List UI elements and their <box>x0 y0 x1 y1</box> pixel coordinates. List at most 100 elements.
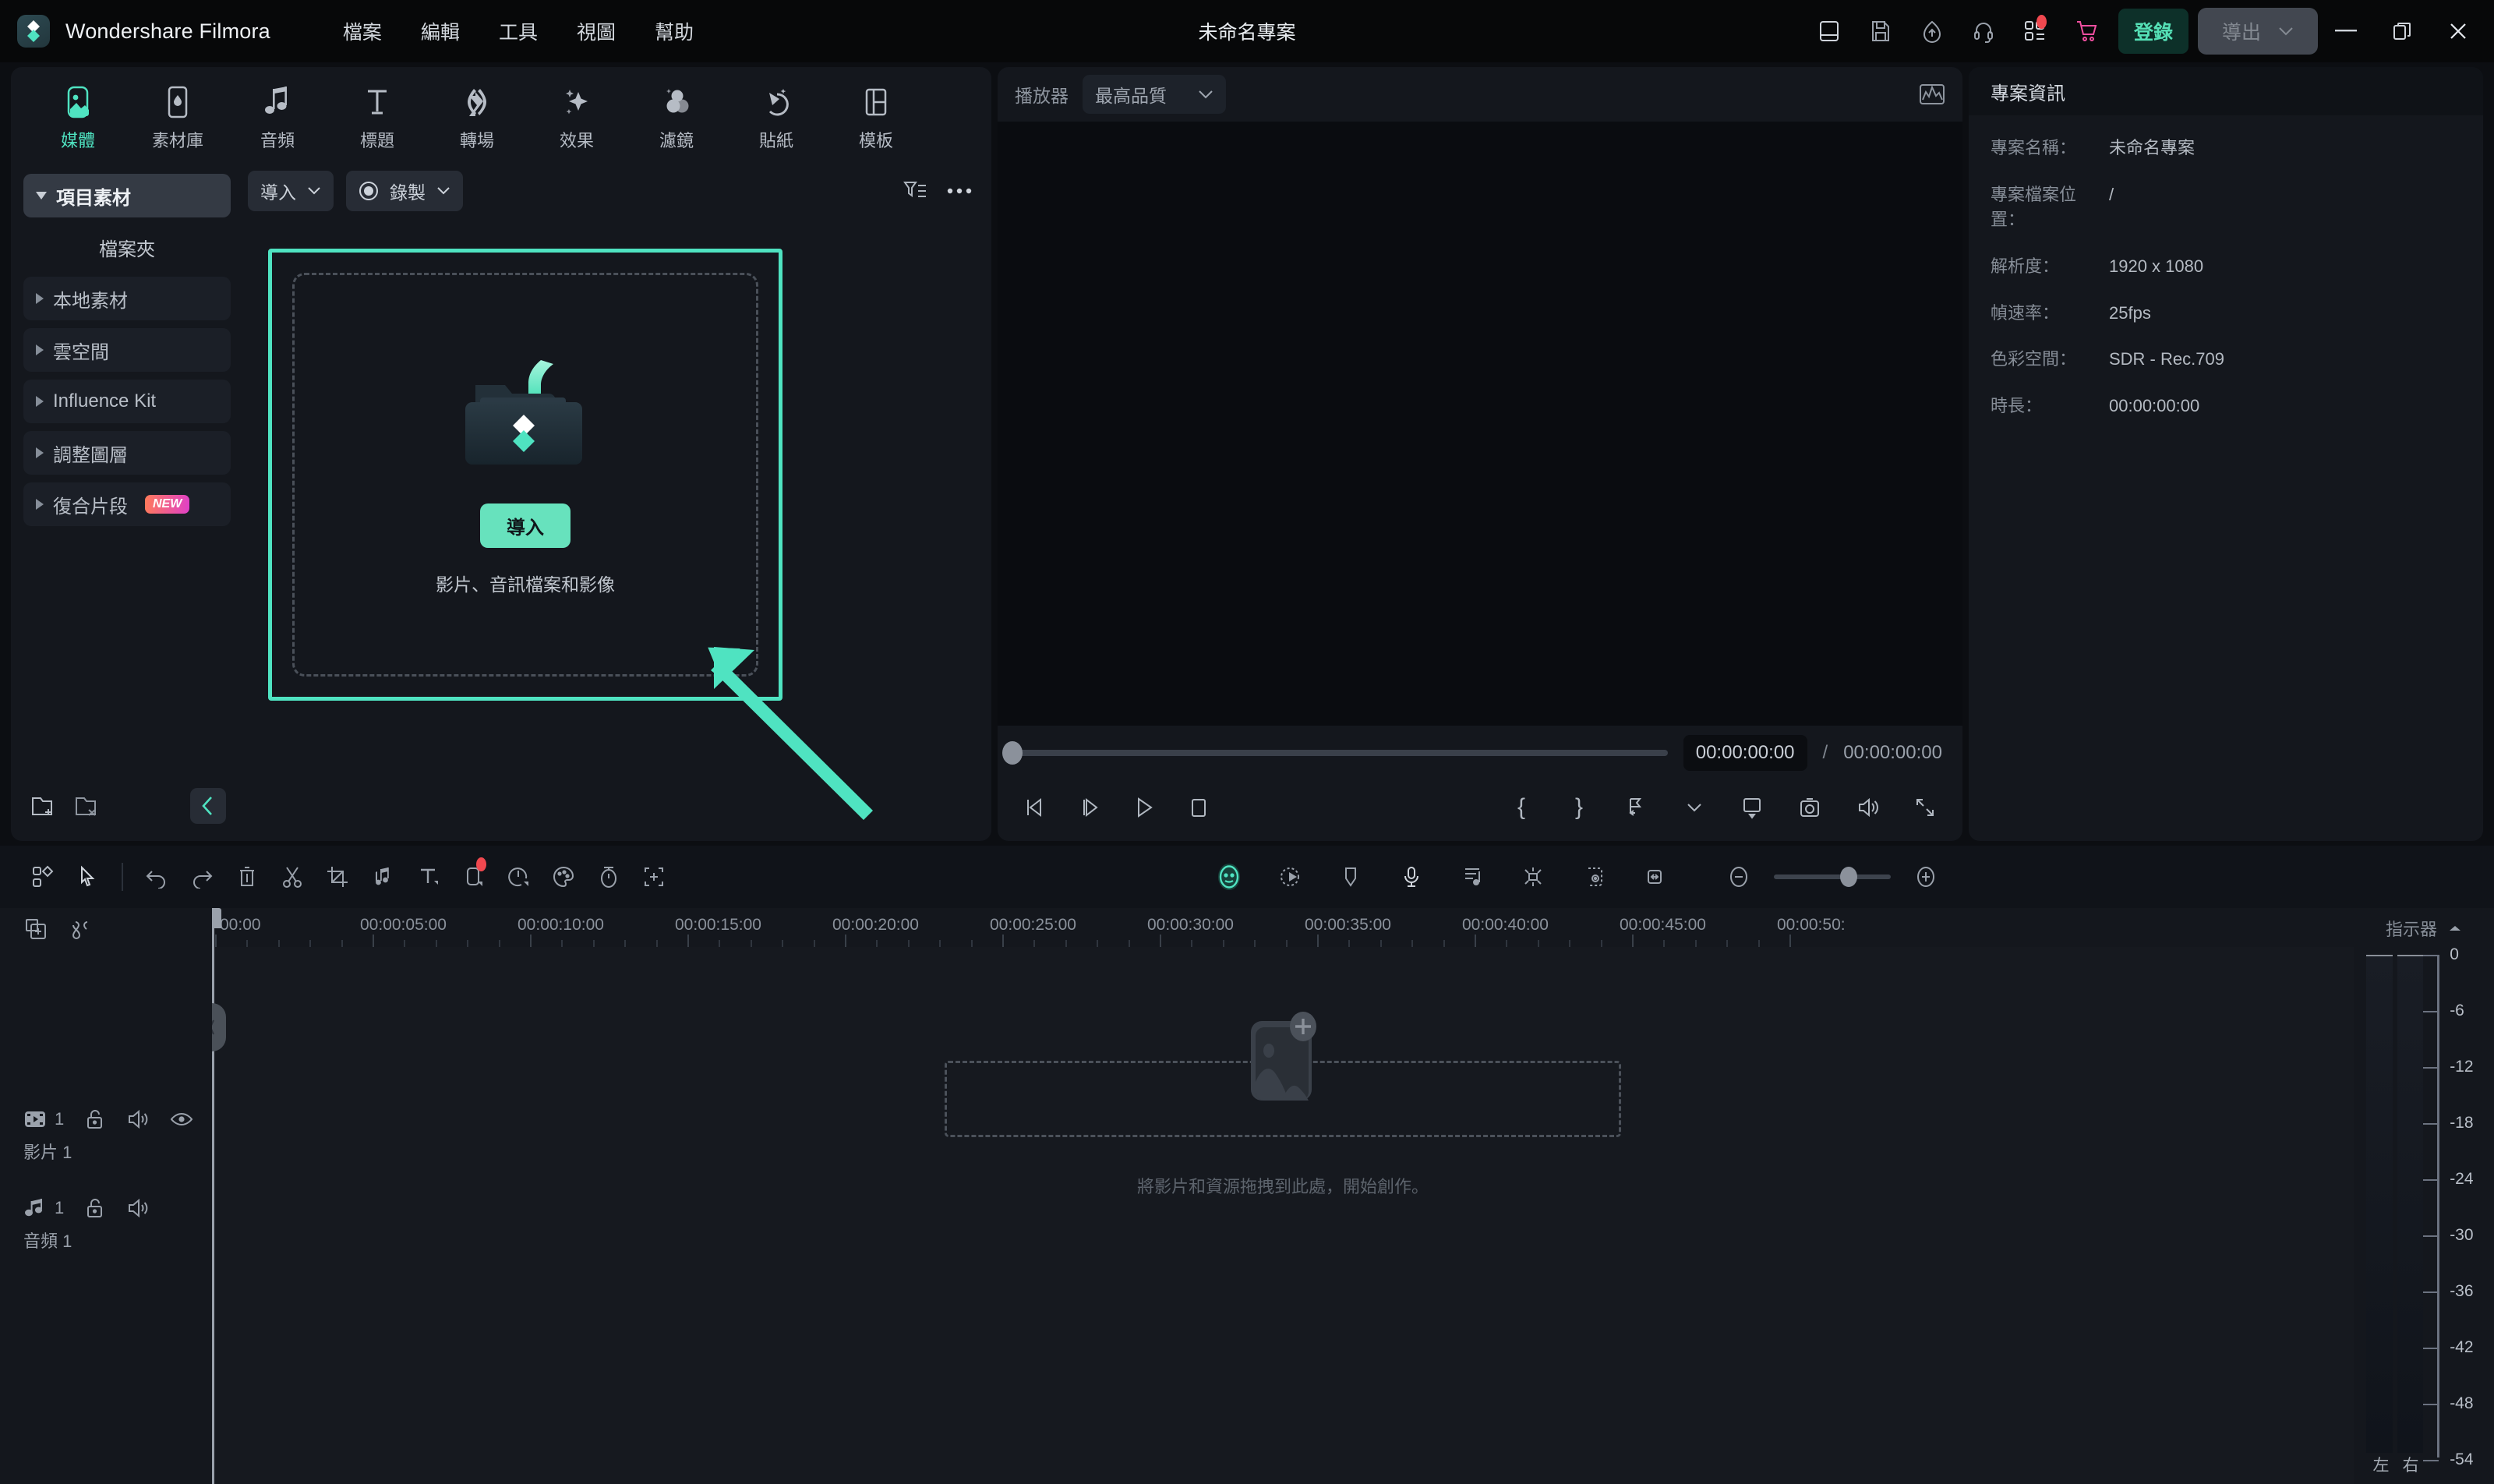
stop-icon[interactable] <box>1178 787 1219 828</box>
menu-tools[interactable]: 工具 <box>479 11 557 51</box>
mark-in-icon[interactable]: { <box>1501 787 1542 828</box>
auto-reframe-icon[interactable] <box>631 854 676 899</box>
chevron-down-icon[interactable] <box>1674 787 1715 828</box>
minimize-button[interactable] <box>2318 6 2374 56</box>
zoom-in-button[interactable] <box>1903 854 1948 899</box>
tree-item-cloud[interactable]: 雲空間 <box>23 328 231 372</box>
stabilize-icon[interactable] <box>1571 854 1616 899</box>
auto-beat-icon[interactable] <box>1450 854 1495 899</box>
tree-item-project-media[interactable]: 項目素材 <box>23 174 231 217</box>
tab-stock-library[interactable]: 素材庫 <box>128 80 228 155</box>
new-folder-icon[interactable] <box>31 794 58 818</box>
audio-meter-header[interactable]: 指示器 <box>2354 908 2494 949</box>
green-screen-icon[interactable] <box>1510 854 1556 899</box>
tab-audio[interactable]: 音頻 <box>228 80 327 155</box>
timeline-canvas[interactable]: 00:00 00:00:05:00 00:00:10:00 00:00:15:0… <box>212 908 2354 1484</box>
next-frame-icon[interactable] <box>1069 787 1110 828</box>
motion-tracking-icon[interactable] <box>1267 854 1312 899</box>
duration-icon[interactable] <box>586 854 631 899</box>
import-dropzone[interactable]: 導入 影片、音訊檔案和影像 <box>292 273 758 677</box>
export-button[interactable]: 導出 <box>2198 8 2318 55</box>
menu-file[interactable]: 檔案 <box>323 11 401 51</box>
timeline-scroll-handle[interactable] <box>212 1003 226 1051</box>
volume-icon[interactable] <box>1847 787 1888 828</box>
cart-icon[interactable] <box>2061 7 2112 55</box>
tree-item-influence-kit[interactable]: Influence Kit <box>23 380 231 423</box>
maximize-restore-button[interactable] <box>2374 6 2430 56</box>
select-tool-icon[interactable] <box>65 854 111 899</box>
tab-media[interactable]: 媒體 <box>28 80 128 155</box>
speed-icon[interactable] <box>496 854 541 899</box>
fullscreen-icon[interactable] <box>1905 787 1945 828</box>
waveform-scope-icon[interactable] <box>1919 83 1945 106</box>
current-timecode[interactable]: 00:00:00:00 <box>1683 735 1807 771</box>
zoom-slider[interactable] <box>1774 867 1891 887</box>
record-dropdown-button[interactable]: 錄製 <box>346 171 463 211</box>
audio-detach-icon[interactable] <box>360 854 405 899</box>
player-canvas[interactable] <box>998 122 1962 726</box>
tab-title[interactable]: 標題 <box>327 80 427 155</box>
mask-icon[interactable] <box>450 854 496 899</box>
cloud-upload-icon[interactable] <box>1906 7 1958 55</box>
playhead-handle[interactable] <box>212 908 221 928</box>
voiceover-mic-icon[interactable] <box>1389 854 1434 899</box>
scrubber-track[interactable] <box>1002 741 1668 765</box>
mute-icon[interactable] <box>126 1196 150 1220</box>
mark-out-icon[interactable]: } <box>1559 787 1599 828</box>
tab-transition[interactable]: 轉場 <box>427 80 527 155</box>
menu-view[interactable]: 視圖 <box>557 11 635 51</box>
tab-sticker[interactable]: 貼紙 <box>726 80 826 155</box>
delete-folder-icon[interactable] <box>75 794 101 818</box>
login-button[interactable]: 登錄 <box>2118 9 2188 54</box>
quality-select[interactable]: 最高品質 <box>1083 75 1226 114</box>
tab-effects[interactable]: 效果 <box>527 80 627 155</box>
chevron-up-icon[interactable] <box>2448 924 2462 932</box>
crop-icon[interactable] <box>1732 787 1772 828</box>
split-scissors-icon[interactable] <box>270 854 315 899</box>
timeline-ruler[interactable]: 00:00 00:00:05:00 00:00:10:00 00:00:15:0… <box>212 908 2354 947</box>
tab-template[interactable]: 模板 <box>826 80 926 155</box>
zoom-out-button[interactable] <box>1716 854 1761 899</box>
prev-frame-icon[interactable] <box>1015 787 1055 828</box>
crop-icon[interactable] <box>315 854 360 899</box>
menu-edit[interactable]: 編輯 <box>401 11 479 51</box>
redo-icon[interactable] <box>179 854 224 899</box>
delete-icon[interactable] <box>224 854 270 899</box>
text-icon[interactable] <box>405 854 450 899</box>
export-frame-icon[interactable] <box>1616 787 1657 828</box>
layout-icon[interactable] <box>1803 7 1855 55</box>
play-icon[interactable] <box>1124 787 1164 828</box>
headset-support-icon[interactable] <box>1958 7 2009 55</box>
import-dropdown-button[interactable]: 導入 <box>248 171 334 211</box>
filter-sort-icon[interactable] <box>903 178 927 203</box>
timeline-playhead[interactable] <box>212 908 221 1484</box>
mute-icon[interactable] <box>126 1108 150 1131</box>
undo-icon[interactable] <box>134 854 179 899</box>
scrubber-handle[interactable] <box>1002 741 1023 765</box>
tree-item-local-media[interactable]: 本地素材 <box>23 277 231 320</box>
tree-item-compound-clip[interactable]: 復合片段 NEW <box>23 482 231 526</box>
tree-item-folder[interactable]: 檔案夾 <box>23 225 231 269</box>
eye-icon[interactable] <box>170 1108 193 1131</box>
apps-grid-icon[interactable] <box>2009 7 2061 55</box>
link-toggle-icon[interactable] <box>70 918 94 942</box>
timeline-dropzone[interactable]: 將影片和資源拖拽到此處，開始創作。 <box>212 1012 2354 1198</box>
menu-help[interactable]: 幫助 <box>635 11 713 51</box>
layout-grid-icon[interactable] <box>20 854 65 899</box>
add-track-icon[interactable] <box>25 918 48 942</box>
color-palette-icon[interactable] <box>541 854 586 899</box>
lock-icon[interactable] <box>84 1108 106 1131</box>
close-button[interactable] <box>2430 6 2486 56</box>
more-options-icon[interactable] <box>946 186 973 196</box>
ai-copilot-icon[interactable] <box>1206 854 1252 899</box>
zoom-slider-handle[interactable] <box>1840 867 1857 887</box>
save-icon[interactable] <box>1855 7 1906 55</box>
import-button[interactable]: 導入 <box>480 503 571 548</box>
keyframe-icon[interactable] <box>1328 854 1373 899</box>
lock-icon[interactable] <box>84 1196 106 1220</box>
tab-filter[interactable]: 濾鏡 <box>627 80 726 155</box>
collapse-panel-icon[interactable] <box>190 788 226 824</box>
snapshot-icon[interactable] <box>1789 787 1830 828</box>
tree-item-adjustment-layer[interactable]: 調整圖層 <box>23 431 231 475</box>
marker-icon[interactable] <box>1632 854 1677 899</box>
